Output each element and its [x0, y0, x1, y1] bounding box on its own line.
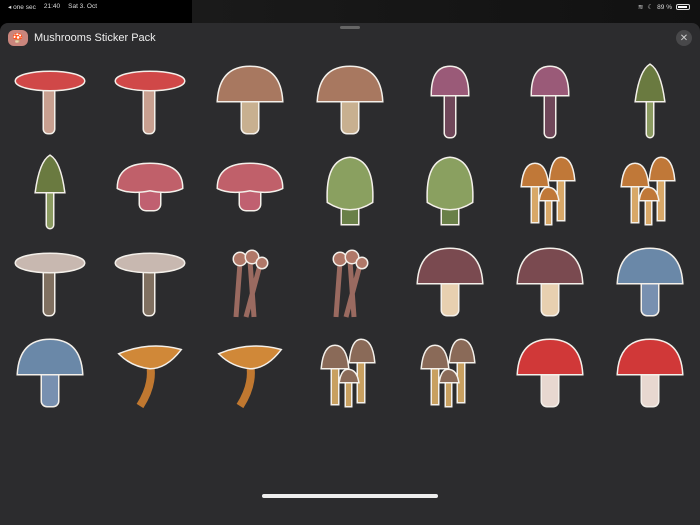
- mushroom-sticker-image: [316, 64, 384, 134]
- mushroom-sticker-image: [620, 155, 676, 225]
- date: Sat 3. Oct: [68, 3, 98, 10]
- sticker-mushroom-16[interactable]: [100, 237, 200, 328]
- mushroom-sticker-image: [216, 161, 284, 211]
- mushroom-sticker-image: [117, 344, 183, 408]
- mushroom-sticker-image: [616, 246, 684, 316]
- time: 21:40: [43, 3, 61, 10]
- sticker-mushroom-11[interactable]: [300, 146, 400, 237]
- mushroom-sticker-image: [416, 246, 484, 316]
- sticker-mushroom-5[interactable]: [400, 55, 500, 146]
- sticker-mushroom-1[interactable]: [0, 55, 100, 146]
- mushroom-sticker-image: [520, 155, 576, 225]
- status-bar-left: ◂ one sec 21:40 Sat 3. Oct: [8, 3, 97, 11]
- sticker-mushroom-12[interactable]: [400, 146, 500, 237]
- back-to-app-link[interactable]: ◂ one sec: [8, 3, 36, 11]
- sticker-mushroom-23[interactable]: [100, 328, 200, 419]
- mushroom-sticker-image: [14, 252, 86, 316]
- sticker-mushroom-17[interactable]: [200, 237, 300, 328]
- sticker-mushroom-24[interactable]: [200, 328, 300, 419]
- sheet-grabber[interactable]: [340, 26, 360, 29]
- mushroom-sticker-image: [14, 70, 86, 134]
- wifi-icon: ≋: [637, 4, 644, 11]
- mushroom-sticker-image: [530, 64, 570, 138]
- mushroom-sticker-image: [232, 249, 269, 318]
- sticker-mushroom-19[interactable]: [400, 237, 500, 328]
- mushroom-sticker-image: [116, 161, 184, 211]
- mushroom-sticker-image: [114, 252, 186, 316]
- sticker-mushroom-6[interactable]: [500, 55, 600, 146]
- sticker-mushroom-20[interactable]: [500, 237, 600, 328]
- mushroom-sticker-image: [616, 337, 684, 407]
- sticker-mushroom-3[interactable]: [200, 55, 300, 146]
- mushroom-sticker-image: [16, 337, 84, 407]
- mushroom-sticker-image: [34, 153, 66, 229]
- sticker-mushroom-26[interactable]: [400, 328, 500, 419]
- close-icon: ✕: [679, 32, 689, 44]
- mushroom-sticker-image: [326, 155, 374, 225]
- mushroom-sticker-image: [320, 337, 376, 407]
- mushroom-sticker-image: [217, 344, 283, 408]
- sticker-mushroom-4[interactable]: [300, 55, 400, 146]
- battery-icon: [676, 4, 690, 10]
- mushroom-sticker-image: [332, 249, 369, 318]
- home-indicator[interactable]: [262, 494, 438, 498]
- sticker-mushroom-15[interactable]: [0, 237, 100, 328]
- moon-icon: ☾: [647, 4, 654, 11]
- close-button[interactable]: ✕: [676, 30, 692, 46]
- sticker-grid: [0, 55, 700, 419]
- sticker-mushroom-21[interactable]: [600, 237, 700, 328]
- sticker-mushroom-8[interactable]: [0, 146, 100, 237]
- mushroom-sticker-image: [516, 337, 584, 407]
- sticker-mushroom-7[interactable]: [600, 55, 700, 146]
- battery-percent: 89 %: [657, 3, 672, 11]
- mushroom-sticker-image: [420, 337, 476, 407]
- mushroom-sticker-image: [516, 246, 584, 316]
- sticker-mushroom-9[interactable]: [100, 146, 200, 237]
- sheet-header: 🍄 Mushrooms Sticker Pack: [8, 30, 156, 46]
- sticker-mushroom-27[interactable]: [500, 328, 600, 419]
- sticker-mushroom-13[interactable]: [500, 146, 600, 237]
- status-bar-right: ≋ ☾ 89 %: [638, 3, 690, 11]
- sticker-mushroom-22[interactable]: [0, 328, 100, 419]
- sticker-mushroom-2[interactable]: [100, 55, 200, 146]
- sticker-sheet: 🍄 Mushrooms Sticker Pack ✕: [0, 23, 700, 525]
- mushroom-sticker-image: [216, 64, 284, 134]
- mushroom-sticker-image: [426, 155, 474, 225]
- mushroom-sticker-image: [114, 70, 186, 134]
- sticker-mushroom-18[interactable]: [300, 237, 400, 328]
- sticker-pack-icon: 🍄: [8, 30, 28, 46]
- sticker-mushroom-10[interactable]: [200, 146, 300, 237]
- sticker-mushroom-14[interactable]: [600, 146, 700, 237]
- mushroom-sticker-image: [634, 62, 666, 138]
- sticker-mushroom-25[interactable]: [300, 328, 400, 419]
- sheet-title: Mushrooms Sticker Pack: [34, 32, 156, 44]
- sticker-mushroom-28[interactable]: [600, 328, 700, 419]
- mushroom-sticker-image: [430, 64, 470, 138]
